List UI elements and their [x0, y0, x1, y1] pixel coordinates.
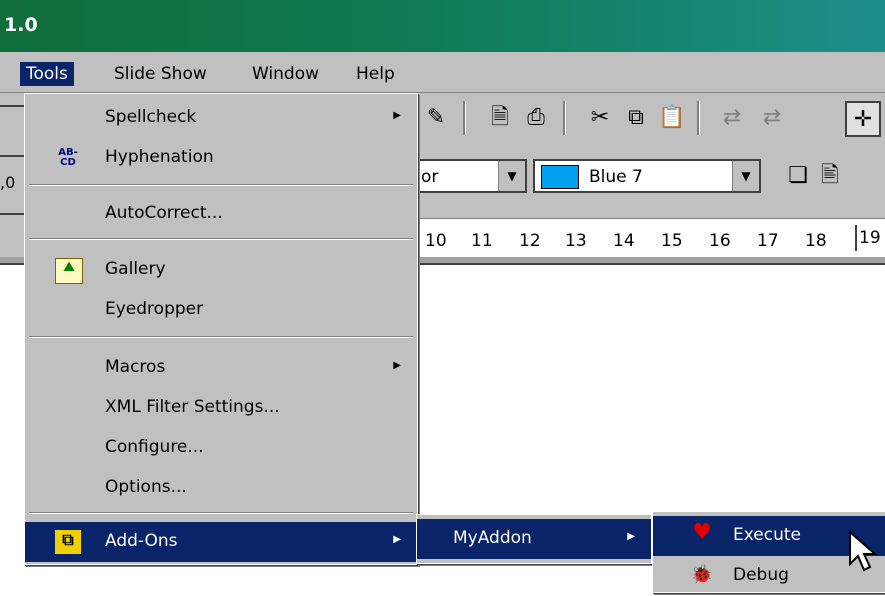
left-edge-text: ,0	[0, 173, 16, 192]
menu-item-gallery[interactable]: ⛰ Gallery	[25, 250, 417, 290]
tools-menu: Spellcheck ▶ AB- CD Hyphenation AutoCorre…	[24, 93, 418, 565]
color-value: Blue 7	[589, 167, 643, 187]
menu-item-xml-filter[interactable]: XML Filter Settings...	[25, 388, 417, 428]
menu-item-options[interactable]: Options...	[25, 468, 417, 508]
hyphenation-icon: AB- CD	[58, 147, 78, 168]
area-style-combo[interactable]: or ▼	[415, 159, 527, 193]
title-bar: 1.0	[0, 0, 885, 52]
menu-bar: Tools Slide Show Window Help	[0, 52, 885, 93]
chevron-right-icon: ▶	[393, 360, 401, 371]
fill-color-combo[interactable]: Blue 7 ▼	[533, 159, 761, 193]
ladybug-icon: 🐞	[690, 564, 714, 585]
menu-item-addons[interactable]: ⧉ Add-Ons ▶	[25, 522, 417, 562]
menu-item-autocorrect[interactable]: AutoCorrect...	[25, 194, 417, 234]
horizontal-ruler: 10 11 12 13 14 15 16 17 18 19	[415, 218, 885, 259]
menu-item-myaddon[interactable]: MyAddon ▶	[417, 519, 651, 559]
select-tool-icon[interactable]: ✛	[845, 101, 881, 137]
menu-item-spellcheck[interactable]: Spellcheck ▶	[25, 98, 417, 138]
menu-help[interactable]: Help	[350, 62, 401, 86]
cut-icon[interactable]: ✂	[583, 101, 617, 135]
properties-icon[interactable]: 🖹	[813, 159, 847, 193]
menu-window[interactable]: Window	[246, 62, 325, 86]
print-icon[interactable]: ⎙	[519, 101, 553, 135]
menu-item-configure[interactable]: Configure...	[25, 428, 417, 468]
addons-submenu: MyAddon ▶	[416, 514, 652, 564]
window-title: 1.0	[4, 14, 38, 36]
paste-icon[interactable]: 📋	[655, 101, 689, 135]
menu-slideshow[interactable]: Slide Show	[108, 62, 213, 86]
copy-icon[interactable]: ⧉	[619, 101, 653, 135]
shadow-icon[interactable]: ❏	[781, 159, 815, 193]
undo-icon[interactable]: ⇄	[715, 101, 749, 135]
redo-icon[interactable]: ⇄	[755, 101, 789, 135]
export-pdf-icon[interactable]: 🗎	[483, 101, 517, 135]
line-fill-toolbar: or ▼ Blue 7 ▼ ❏ 🖹	[415, 155, 885, 201]
chevron-down-icon[interactable]: ▼	[498, 161, 525, 191]
menu-item-hyphenation[interactable]: AB- CD Hyphenation	[25, 138, 417, 178]
menu-item-macros[interactable]: Macros ▶	[25, 348, 417, 388]
mouse-cursor-icon	[849, 530, 878, 572]
chevron-right-icon: ▶	[393, 534, 401, 545]
heart-icon: ♥	[692, 520, 712, 545]
addons-icon: ⧉	[55, 530, 81, 554]
edit-icon[interactable]: ✎	[419, 101, 453, 135]
gallery-icon: ⛰	[55, 258, 83, 284]
chevron-down-icon[interactable]: ▼	[732, 161, 759, 191]
color-swatch	[541, 165, 579, 189]
chevron-right-icon: ▶	[627, 531, 635, 542]
menu-item-eyedropper[interactable]: Eyedropper	[25, 290, 417, 330]
chevron-right-icon: ▶	[393, 110, 401, 121]
menu-tools[interactable]: Tools	[20, 62, 74, 86]
standard-toolbar: ✎ 🗎 ⎙ ✂ ⧉ 📋 ⇄ ⇄ ✛	[415, 101, 885, 147]
